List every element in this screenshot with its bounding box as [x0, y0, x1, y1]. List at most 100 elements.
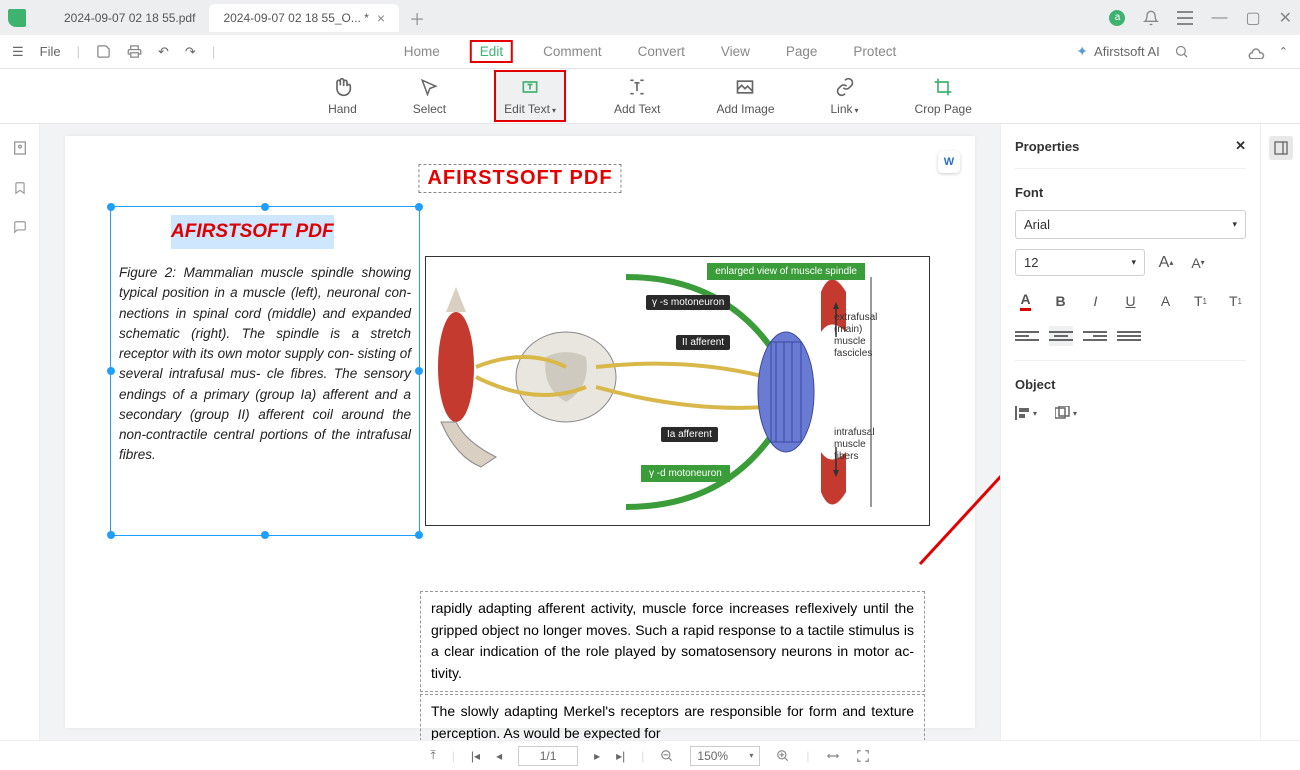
pdf-page[interactable]: AFIRSTSOFT PDF W AFIRSTSOFT PDF Figure 2…: [65, 136, 975, 728]
collapse-icon[interactable]: ⌃: [1279, 45, 1288, 58]
properties-toggle-icon[interactable]: [1269, 136, 1293, 160]
tool-label: Hand: [328, 102, 357, 116]
save-icon[interactable]: [96, 44, 111, 59]
next-icon[interactable]: ▸: [594, 749, 600, 763]
tool-label: Select: [413, 102, 446, 116]
bell-icon[interactable]: [1143, 10, 1159, 26]
menu-view[interactable]: View: [715, 40, 756, 63]
fig-text: intrafusal muscle fibers: [834, 427, 889, 463]
hamburger-icon[interactable]: ☰: [12, 44, 24, 60]
zoom-value: 150%: [697, 749, 728, 763]
tool-label: Add Text: [614, 102, 660, 116]
app-logo: [8, 9, 26, 27]
tab-label: 2024-09-07 02 18 55_O... *: [223, 11, 368, 25]
arrange-objects-icon[interactable]: ▾: [1055, 402, 1077, 424]
add-tab-button[interactable]: ＋: [409, 6, 425, 30]
align-left-icon[interactable]: [1015, 326, 1039, 346]
zoom-in-icon[interactable]: [776, 749, 790, 763]
chevron-down-icon: ▾: [1232, 219, 1237, 230]
decrease-font-icon[interactable]: A▾: [1187, 252, 1209, 274]
fig-label: II afferent: [676, 335, 730, 350]
text-color-icon[interactable]: A: [1015, 290, 1036, 312]
tab-active[interactable]: 2024-09-07 02 18 55_O... * ×: [209, 4, 399, 32]
menu-page[interactable]: Page: [780, 40, 824, 63]
align-justify-icon[interactable]: [1117, 326, 1141, 346]
menu-edit[interactable]: Edit: [470, 40, 513, 63]
edit-text-icon: [519, 76, 541, 98]
page-input[interactable]: 1/1: [518, 746, 578, 766]
ai-button[interactable]: ✦ Afirstsoft AI: [1076, 43, 1159, 60]
text-block[interactable]: The slowly adapting Merkel's receptors a…: [420, 694, 925, 740]
font-family-select[interactable]: Arial ▾: [1015, 210, 1246, 239]
tool-label: Link▾: [831, 102, 859, 116]
undo-icon[interactable]: ↶: [158, 44, 169, 60]
menu-home[interactable]: Home: [398, 40, 446, 63]
bookmark-icon[interactable]: [13, 180, 27, 196]
menu-protect[interactable]: Protect: [847, 40, 902, 63]
fullscreen-icon[interactable]: [856, 749, 870, 763]
close-icon[interactable]: ✕: [1235, 138, 1246, 154]
last-icon[interactable]: ▸|: [616, 749, 625, 763]
tool-hand[interactable]: Hand: [320, 72, 365, 120]
align-objects-icon[interactable]: ▾: [1015, 402, 1037, 424]
font-family-value: Arial: [1024, 217, 1050, 232]
comment-icon[interactable]: [12, 220, 28, 234]
add-text-icon: [626, 76, 648, 98]
maximize-icon[interactable]: ▢: [1245, 8, 1260, 28]
subscript-icon[interactable]: T1: [1225, 290, 1246, 312]
fit-width-icon[interactable]: [826, 749, 840, 763]
tool-label: Edit Text▾: [504, 102, 556, 116]
word-copilot-icon[interactable]: W: [938, 151, 960, 173]
first-page-icon[interactable]: ⤒: [430, 748, 435, 763]
text-selection-box[interactable]: AFIRSTSOFT PDF Figure 2: Mammalian muscl…: [110, 206, 420, 536]
fig-label: Ia afferent: [661, 427, 718, 442]
ai-label: Afirstsoft AI: [1094, 44, 1160, 59]
file-menu[interactable]: File: [40, 44, 61, 59]
font-section-label: Font: [1015, 185, 1246, 200]
increase-font-icon[interactable]: A▴: [1155, 252, 1177, 274]
cursor-icon: [418, 76, 440, 98]
zoom-select[interactable]: 150% ▾: [690, 746, 760, 766]
font-size-value: 12: [1024, 255, 1038, 270]
tool-add-image[interactable]: Add Image: [708, 72, 782, 120]
crop-icon: [932, 76, 954, 98]
align-right-icon[interactable]: [1083, 326, 1107, 346]
sel-heading: AFIRSTSOFT PDF: [171, 215, 334, 249]
close-window-icon[interactable]: ✕: [1279, 8, 1292, 28]
zoom-out-icon[interactable]: [660, 749, 674, 763]
prev-icon[interactable]: ◂: [496, 749, 502, 763]
print-icon[interactable]: [127, 44, 142, 59]
text-block[interactable]: rapidly adapting afferent activity, musc…: [420, 591, 925, 692]
menu-convert[interactable]: Convert: [632, 40, 691, 63]
italic-icon[interactable]: I: [1085, 290, 1106, 312]
bold-icon[interactable]: B: [1050, 290, 1071, 312]
object-section-label: Object: [1015, 377, 1246, 392]
font-size-select[interactable]: 12 ▾: [1015, 249, 1145, 276]
tool-edit-text[interactable]: Edit Text▾: [494, 70, 566, 122]
minimize-icon[interactable]: —: [1211, 9, 1227, 27]
tool-label: Crop Page: [915, 102, 972, 116]
close-icon[interactable]: ×: [377, 10, 385, 26]
align-center-icon[interactable]: [1049, 326, 1073, 346]
properties-panel: Properties ✕ Font Arial ▾ 12 ▾ A▴ A▾ A B…: [1000, 124, 1260, 740]
thumbnails-icon[interactable]: [12, 140, 28, 156]
underline-icon[interactable]: U: [1120, 290, 1141, 312]
image-icon: [734, 76, 756, 98]
superscript-icon[interactable]: T1: [1190, 290, 1211, 312]
tool-link[interactable]: Link▾: [823, 72, 867, 120]
search-icon[interactable]: [1174, 44, 1189, 59]
cloud-icon[interactable]: [1247, 45, 1265, 59]
redo-icon[interactable]: ↷: [185, 44, 196, 60]
doc-title[interactable]: AFIRSTSOFT PDF: [418, 164, 621, 193]
font-case-icon[interactable]: A: [1155, 290, 1176, 312]
menu-comment[interactable]: Comment: [537, 40, 608, 63]
tool-crop[interactable]: Crop Page: [907, 72, 980, 120]
tool-select[interactable]: Select: [405, 72, 454, 120]
tab-inactive[interactable]: 2024-09-07 02 18 55.pdf: [50, 4, 209, 32]
hamburger-icon[interactable]: [1177, 11, 1193, 25]
user-badge[interactable]: a: [1109, 10, 1125, 26]
first-icon[interactable]: |◂: [471, 749, 480, 763]
figure-diagram: enlarged view of muscle spindle γ -s mot…: [425, 256, 930, 526]
tab-label: 2024-09-07 02 18 55.pdf: [64, 11, 195, 25]
tool-add-text[interactable]: Add Text: [606, 72, 668, 120]
